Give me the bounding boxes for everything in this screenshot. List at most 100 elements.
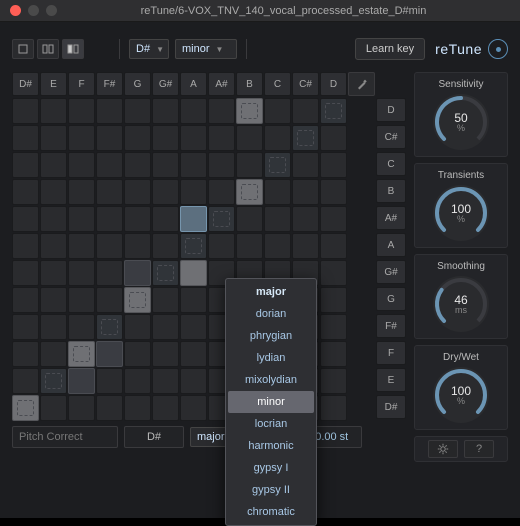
grid-cell[interactable] — [292, 233, 319, 259]
grid-cell[interactable] — [124, 260, 151, 286]
grid-header-cell[interactable]: B — [236, 72, 263, 96]
grid-cell[interactable] — [68, 152, 95, 178]
grid-cell[interactable] — [208, 152, 235, 178]
grid-cell[interactable] — [96, 125, 123, 151]
grid-cell[interactable] — [180, 368, 207, 394]
grid-cell[interactable] — [152, 152, 179, 178]
grid-cell[interactable] — [292, 179, 319, 205]
transients-knob[interactable]: 100 % — [433, 185, 489, 241]
grid-out-label[interactable]: F — [376, 341, 406, 365]
grid-cell[interactable] — [180, 152, 207, 178]
grid-cell[interactable] — [208, 98, 235, 124]
grid-cell[interactable] — [96, 98, 123, 124]
grid-cell[interactable] — [124, 125, 151, 151]
grid-out-label[interactable]: D — [376, 98, 406, 122]
grid-header-cell[interactable]: D — [320, 72, 347, 96]
grid-cell[interactable] — [68, 260, 95, 286]
view-full-button[interactable] — [62, 39, 84, 59]
grid-cell[interactable] — [124, 152, 151, 178]
grid-cell[interactable] — [96, 179, 123, 205]
grid-cell[interactable] — [320, 314, 347, 340]
grid-cell[interactable] — [12, 206, 39, 232]
grid-cell[interactable] — [180, 206, 207, 232]
smoothing-knob[interactable]: 46 ms — [433, 276, 489, 332]
scale-menu-item[interactable]: chromatic — [226, 501, 316, 523]
grid-cell[interactable] — [68, 125, 95, 151]
grid-cell[interactable] — [180, 314, 207, 340]
grid-cell[interactable] — [152, 98, 179, 124]
scale-menu-item[interactable]: harmonic — [226, 435, 316, 457]
grid-cell[interactable] — [320, 206, 347, 232]
grid-cell[interactable] — [40, 314, 67, 340]
grid-cell[interactable] — [96, 368, 123, 394]
grid-out-label[interactable]: B — [376, 179, 406, 203]
close-icon[interactable] — [10, 5, 21, 16]
grid-cell[interactable] — [180, 125, 207, 151]
grid-out-label[interactable]: C# — [376, 125, 406, 149]
grid-cell[interactable] — [68, 287, 95, 313]
grid-cell[interactable] — [40, 206, 67, 232]
grid-cell[interactable] — [96, 260, 123, 286]
grid-cell[interactable] — [264, 125, 291, 151]
grid-cell[interactable] — [264, 179, 291, 205]
grid-cell[interactable] — [96, 152, 123, 178]
grid-cell[interactable] — [292, 206, 319, 232]
grid-cell[interactable] — [68, 341, 95, 367]
grid-cell[interactable] — [320, 395, 347, 421]
scale-menu-item[interactable]: major — [226, 281, 316, 303]
grid-cell[interactable] — [12, 395, 39, 421]
grid-header-cell[interactable]: D# — [12, 72, 39, 96]
scale-menu-item[interactable]: lydian — [226, 347, 316, 369]
grid-cell[interactable] — [40, 233, 67, 259]
grid-cell[interactable] — [152, 260, 179, 286]
grid-cell[interactable] — [12, 260, 39, 286]
grid-cell[interactable] — [180, 233, 207, 259]
grid-cell[interactable] — [40, 179, 67, 205]
grid-cell[interactable] — [124, 341, 151, 367]
grid-header-cell[interactable]: E — [40, 72, 67, 96]
grid-cell[interactable] — [124, 179, 151, 205]
grid-cell[interactable] — [320, 125, 347, 151]
grid-header-cell[interactable]: F# — [96, 72, 123, 96]
grid-cell[interactable] — [68, 314, 95, 340]
view-compact-button[interactable] — [12, 39, 34, 59]
grid-cell[interactable] — [180, 260, 207, 286]
grid-cell[interactable] — [12, 125, 39, 151]
grid-cell[interactable] — [264, 98, 291, 124]
view-split-button[interactable] — [37, 39, 59, 59]
grid-cell[interactable] — [320, 368, 347, 394]
grid-cell[interactable] — [40, 98, 67, 124]
grid-cell[interactable] — [180, 341, 207, 367]
scale-menu-item[interactable]: mixolydian — [226, 369, 316, 391]
sensitivity-knob[interactable]: 50 % — [433, 94, 489, 150]
scale-menu-item[interactable]: minor — [228, 391, 314, 413]
grid-cell[interactable] — [236, 206, 263, 232]
grid-cell[interactable] — [152, 368, 179, 394]
grid-header-cell[interactable]: A — [180, 72, 207, 96]
grid-cell[interactable] — [236, 152, 263, 178]
scale-dropdown[interactable]: minor ▼ — [175, 39, 237, 59]
scale-menu-item[interactable]: gypsy I — [226, 457, 316, 479]
grid-cell[interactable] — [236, 98, 263, 124]
grid-cell[interactable] — [40, 368, 67, 394]
grid-cell[interactable] — [264, 233, 291, 259]
grid-cell[interactable] — [96, 233, 123, 259]
grid-cell[interactable] — [12, 179, 39, 205]
grid-cell[interactable] — [320, 152, 347, 178]
grid-cell[interactable] — [180, 395, 207, 421]
grid-header-cell[interactable]: F — [68, 72, 95, 96]
scale-menu-item[interactable]: phrygian — [226, 325, 316, 347]
settings-button[interactable] — [428, 440, 458, 458]
grid-cell[interactable] — [12, 314, 39, 340]
grid-cell[interactable] — [320, 260, 347, 286]
grid-cell[interactable] — [152, 125, 179, 151]
grid-cell[interactable] — [292, 125, 319, 151]
grid-cell[interactable] — [40, 152, 67, 178]
grid-cell[interactable] — [152, 287, 179, 313]
grid-cell[interactable] — [68, 206, 95, 232]
grid-cell[interactable] — [152, 395, 179, 421]
grid-cell[interactable] — [320, 233, 347, 259]
grid-cell[interactable] — [264, 206, 291, 232]
grid-out-label[interactable]: C — [376, 152, 406, 176]
grid-cell[interactable] — [208, 233, 235, 259]
